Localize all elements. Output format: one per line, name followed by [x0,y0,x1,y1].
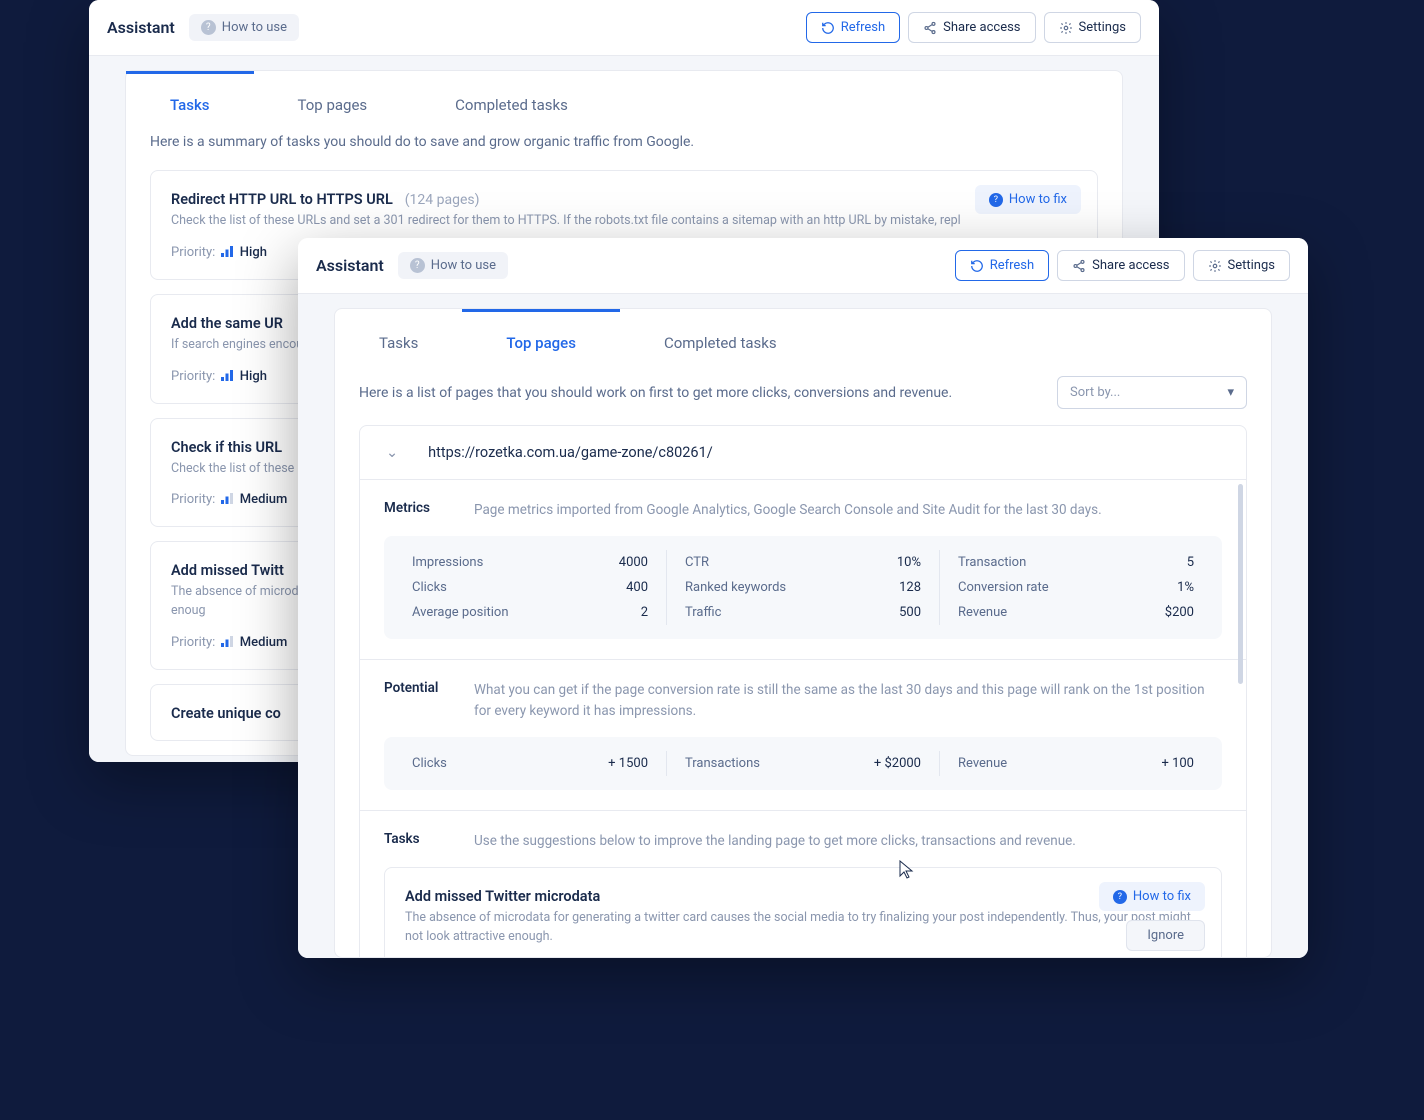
metrics-section: Metrics Page metrics imported from Googl… [359,480,1247,660]
potential-col: Clicks+ 1500 [394,751,667,776]
tab-tasks[interactable]: Tasks [335,309,462,372]
task-title: Add missed Twitt [171,562,284,579]
chevron-down-icon: ▾ [1227,385,1234,400]
section-head: Potential What you can get if the page c… [384,680,1222,721]
metric-row: CTR10% [685,550,921,575]
header: Assistant ? How to use Refresh Share acc… [298,238,1308,294]
how-to-fix-button[interactable]: ? How to fix [975,185,1081,214]
gear-icon [1208,259,1222,273]
tasks-desc: Use the suggestions below to improve the… [474,831,1076,851]
potential-label: Potential [384,680,448,721]
controls-row: Here is a list of pages that you should … [335,372,1271,425]
app-title: Assistant [107,18,175,37]
tab-top-pages[interactable]: Top pages [254,71,412,134]
gear-icon [1059,21,1073,35]
priority-icon [221,493,233,508]
ignore-button[interactable]: Ignore [1126,920,1205,951]
help-icon: ? [1113,890,1127,904]
task-title: Add the same UR [171,315,283,332]
chevron-down-icon[interactable]: ⌄ [386,444,398,461]
sort-by-select[interactable]: Sort by... ▾ [1057,376,1247,409]
metric-row: Ranked keywords128 [685,575,921,600]
metrics-col: CTR10% Ranked keywords128 Traffic500 [667,550,940,625]
potential-section: Potential What you can get if the page c… [359,660,1247,811]
main-card: Tasks Top pages Completed tasks Here is … [334,308,1272,958]
task-title: Create unique co [171,705,281,722]
metrics-desc: Page metrics imported from Google Analyt… [474,500,1102,520]
section-head: Tasks Use the suggestions below to impro… [384,831,1222,851]
tab-tasks[interactable]: Tasks [126,71,254,134]
metric-row: Clicks400 [412,575,648,600]
potential-grid: Clicks+ 1500 Transactions+ $2000 Revenue… [384,737,1222,790]
metric-row: Revenue$200 [958,600,1194,625]
metric-row: Transaction5 [958,550,1194,575]
refresh-icon [970,259,984,273]
tab-completed[interactable]: Completed tasks [411,71,612,134]
how-to-use-button[interactable]: ? How to use [189,14,299,41]
tab-top-pages[interactable]: Top pages [462,309,620,372]
share-icon [1072,259,1086,273]
help-icon: ? [201,20,216,35]
task-title: Check if this URL [171,439,282,456]
metric-row: Conversion rate1% [958,575,1194,600]
tab-completed[interactable]: Completed tasks [620,309,821,372]
page-url-row[interactable]: ⌄ https://rozetka.com.ua/game-zone/c8026… [359,425,1247,480]
metric-row: Impressions4000 [412,550,648,575]
settings-button[interactable]: Settings [1193,250,1290,281]
help-icon: ? [410,258,425,273]
how-to-use-button[interactable]: ? How to use [398,252,508,279]
share-button[interactable]: Share access [1057,250,1184,281]
intro-text: Here is a list of pages that you should … [359,385,952,401]
task-desc: The absence of microdata for generating … [405,909,1201,947]
potential-col: Transactions+ $2000 [667,751,940,776]
task-pages: (124 pages) [405,192,480,208]
task-desc: Check the list of these URLs and set a 3… [171,212,1077,231]
header: Assistant ? How to use Refresh Share acc… [89,0,1159,56]
body: Tasks Top pages Completed tasks Here is … [298,294,1308,958]
tasks-section: Tasks Use the suggestions below to impro… [359,811,1247,958]
metrics-label: Metrics [384,500,448,520]
settings-button[interactable]: Settings [1044,12,1141,43]
page-url: https://rozetka.com.ua/game-zone/c80261/ [428,444,713,461]
priority-icon [221,370,233,385]
potential-desc: What you can get if the page conversion … [474,680,1222,721]
tabs: Tasks Top pages Completed tasks [335,309,1271,372]
share-icon [923,21,937,35]
metrics-col: Impressions4000 Clicks400 Average positi… [394,550,667,625]
refresh-button[interactable]: Refresh [955,250,1049,281]
window-top-pages: Assistant ? How to use Refresh Share acc… [298,238,1308,958]
task-item[interactable]: Add missed Twitter microdata The absence… [384,867,1222,958]
priority-icon [221,636,233,651]
metric-row: Transactions+ $2000 [685,751,921,776]
metric-row: Traffic500 [685,600,921,625]
priority-icon [221,246,233,261]
metrics-col: Transaction5 Conversion rate1% Revenue$2… [940,550,1212,625]
tasks-label: Tasks [384,831,448,851]
metrics-grid: Impressions4000 Clicks400 Average positi… [384,536,1222,639]
potential-col: Revenue+ 100 [940,751,1212,776]
scrollbar[interactable] [1238,484,1243,684]
metric-row: Clicks+ 1500 [412,751,648,776]
share-button[interactable]: Share access [908,12,1035,43]
task-title: Add missed Twitter microdata [405,888,600,905]
tabs: Tasks Top pages Completed tasks [126,71,1122,134]
app-title: Assistant [316,256,384,275]
metric-row: Average position2 [412,600,648,625]
help-icon: ? [989,193,1003,207]
refresh-button[interactable]: Refresh [806,12,900,43]
how-to-fix-button[interactable]: ? How to fix [1099,882,1205,911]
refresh-icon [821,21,835,35]
metric-row: Revenue+ 100 [958,751,1194,776]
task-title: Redirect HTTP URL to HTTPS URL [171,191,393,208]
intro-text: Here is a summary of tasks you should do… [126,134,1122,170]
section-head: Metrics Page metrics imported from Googl… [384,500,1222,520]
